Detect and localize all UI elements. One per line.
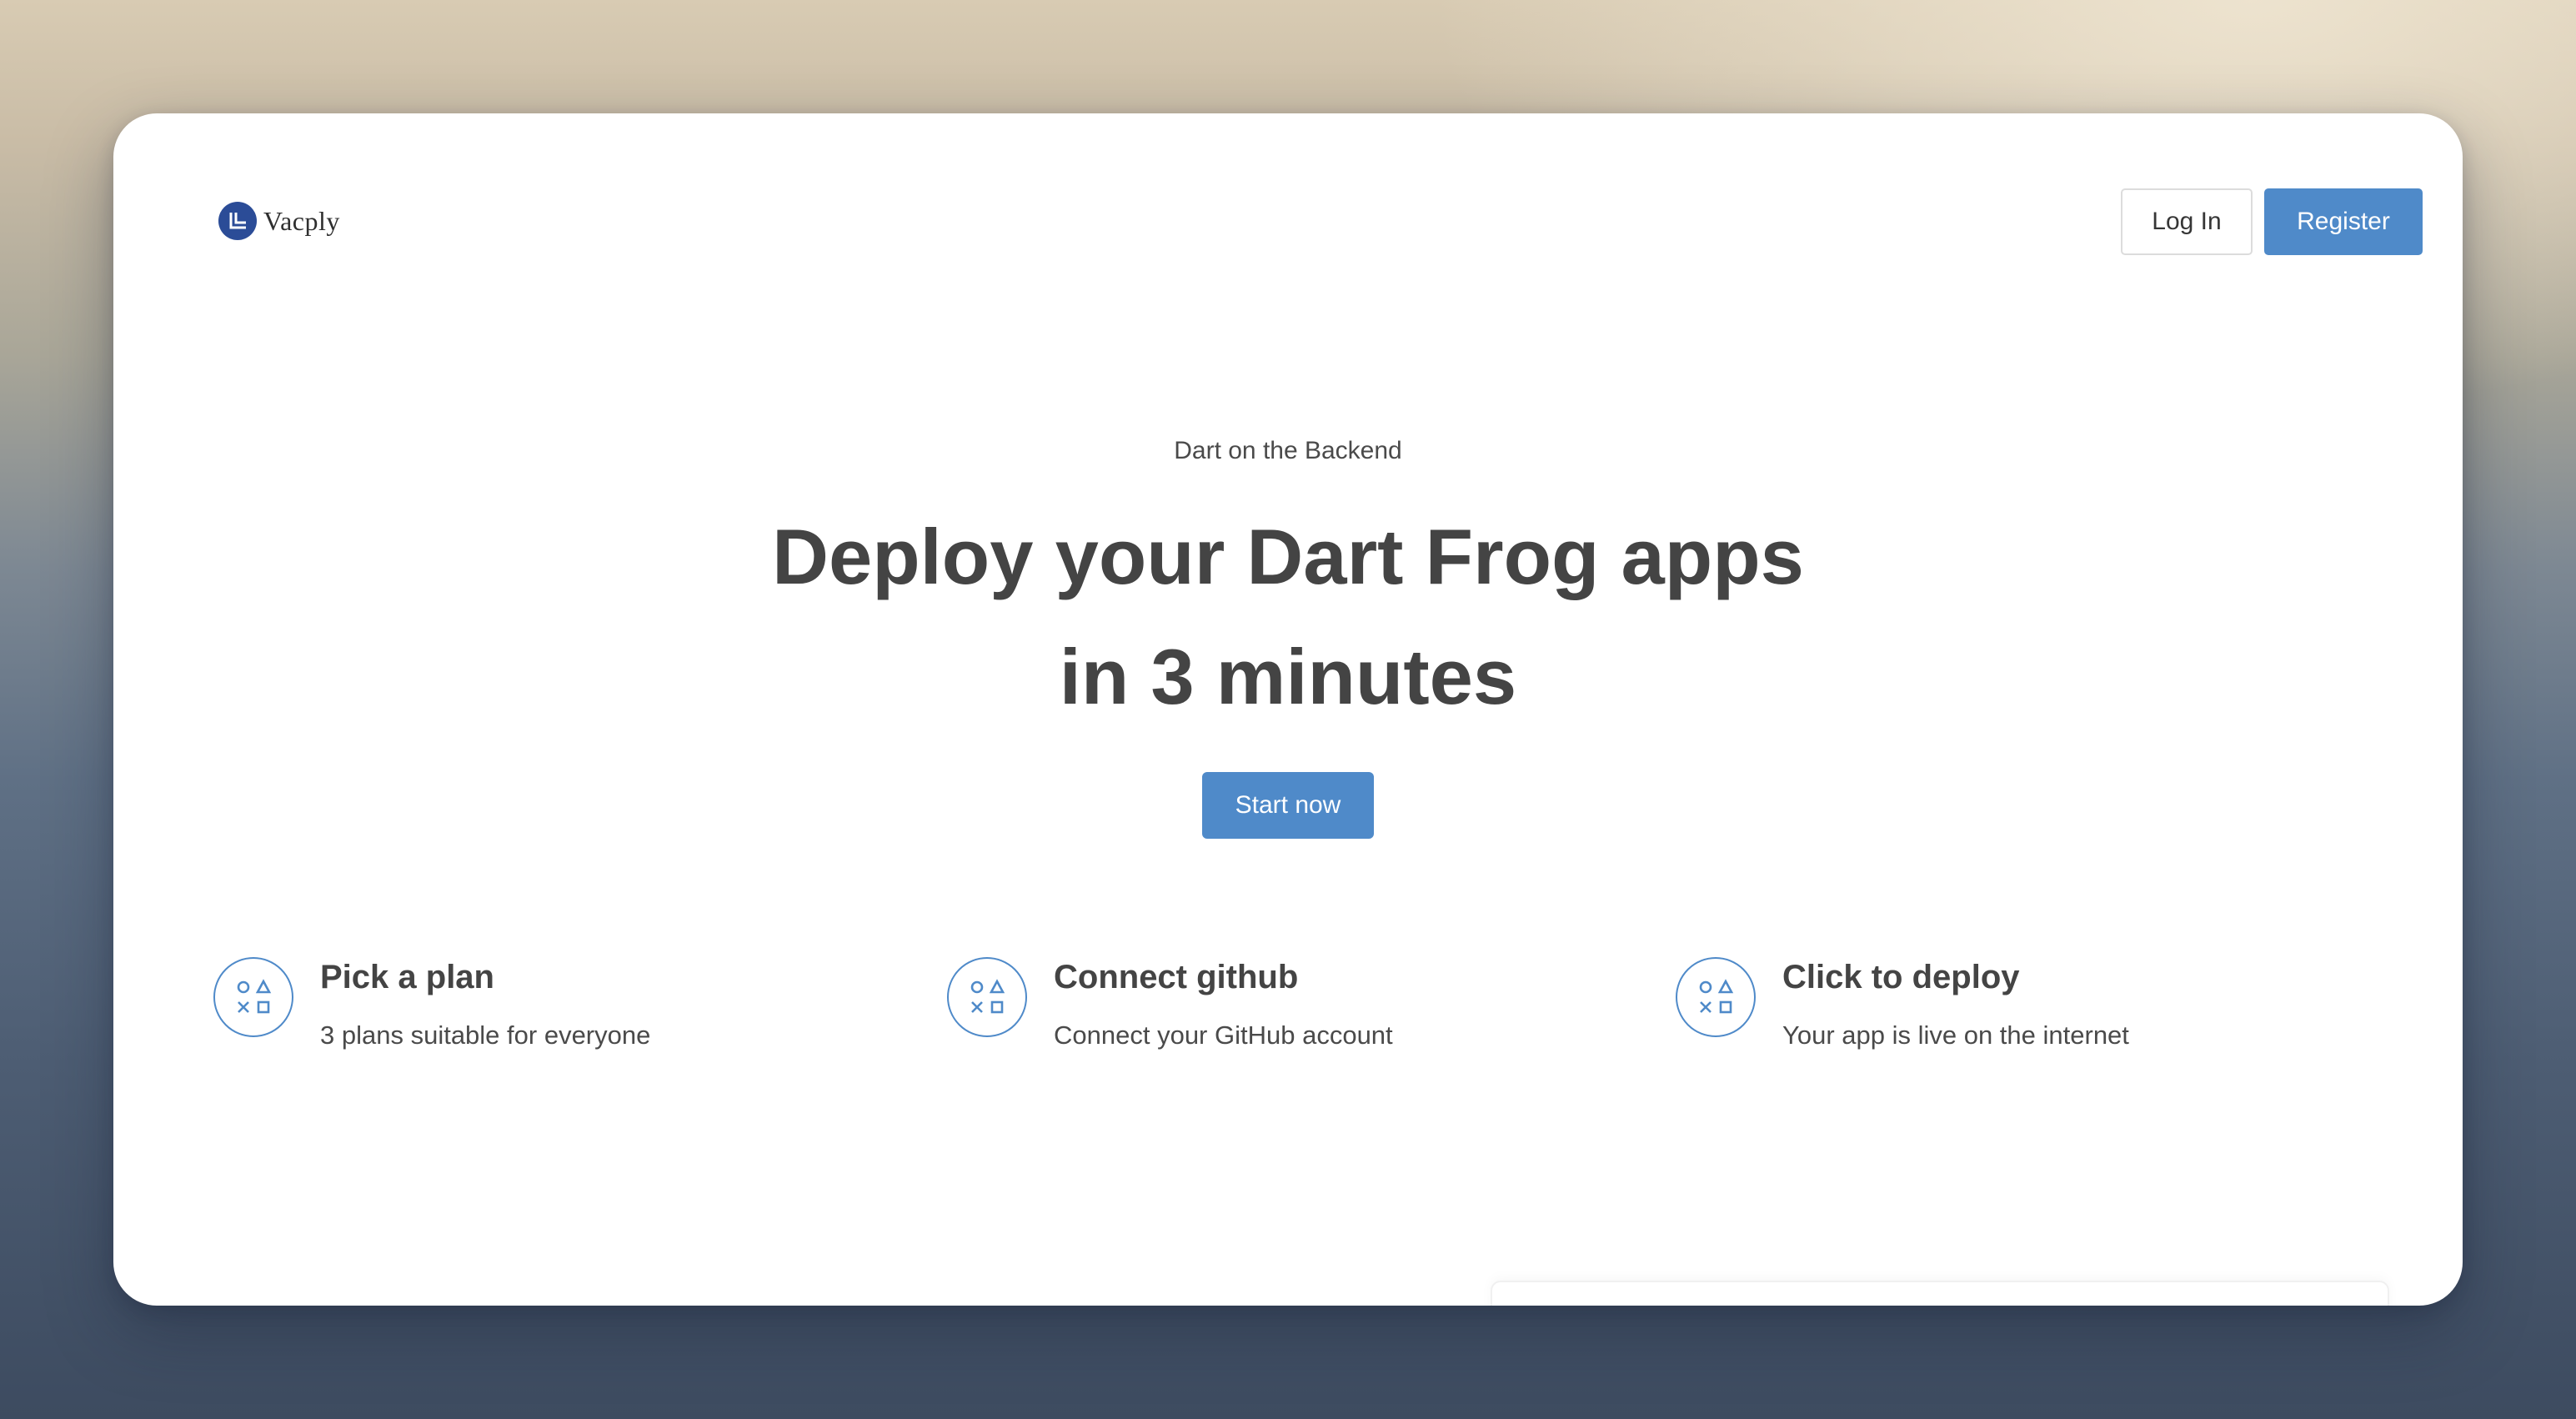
register-button[interactable]: Register — [2264, 188, 2423, 255]
preview-card — [1491, 1281, 2389, 1306]
feature-click-deploy: Click to deploy Your app is live on the … — [1676, 957, 2376, 1091]
start-now-button[interactable]: Start now — [1202, 772, 1374, 839]
hero-eyebrow: Dart on the Backend — [1174, 437, 1402, 464]
feature-pick-plan: Pick a plan 3 plans suitable for everyon… — [213, 957, 914, 1091]
feature-title: Click to deploy — [1782, 959, 2020, 995]
feature-description: 3 plans suitable for everyone — [320, 1020, 651, 1050]
hero-title-line-1: Deploy your Dart Frog apps — [772, 513, 1804, 600]
browser-window: Vacply Log In Register Dart on the Backe… — [113, 113, 2463, 1306]
shapes-icon — [213, 957, 293, 1037]
login-button[interactable]: Log In — [2121, 188, 2253, 255]
hero-title-line-2: in 3 minutes — [1059, 633, 1517, 720]
feature-title: Pick a plan — [320, 959, 494, 995]
shapes-icon — [947, 957, 1027, 1037]
hero-title: Deploy your Dart Frog apps in 3 minutes — [113, 497, 2463, 737]
brand-name: Vacply — [263, 205, 340, 236]
vacply-logo-icon — [218, 202, 257, 240]
feature-description: Connect your GitHub account — [1054, 1020, 1393, 1050]
feature-connect-github: Connect github Connect your GitHub accou… — [947, 957, 1647, 1091]
feature-title: Connect github — [1054, 959, 1299, 995]
shapes-icon — [1676, 957, 1756, 1037]
brand-logo[interactable]: Vacply — [218, 202, 340, 240]
feature-description: Your app is live on the internet — [1782, 1020, 2129, 1050]
